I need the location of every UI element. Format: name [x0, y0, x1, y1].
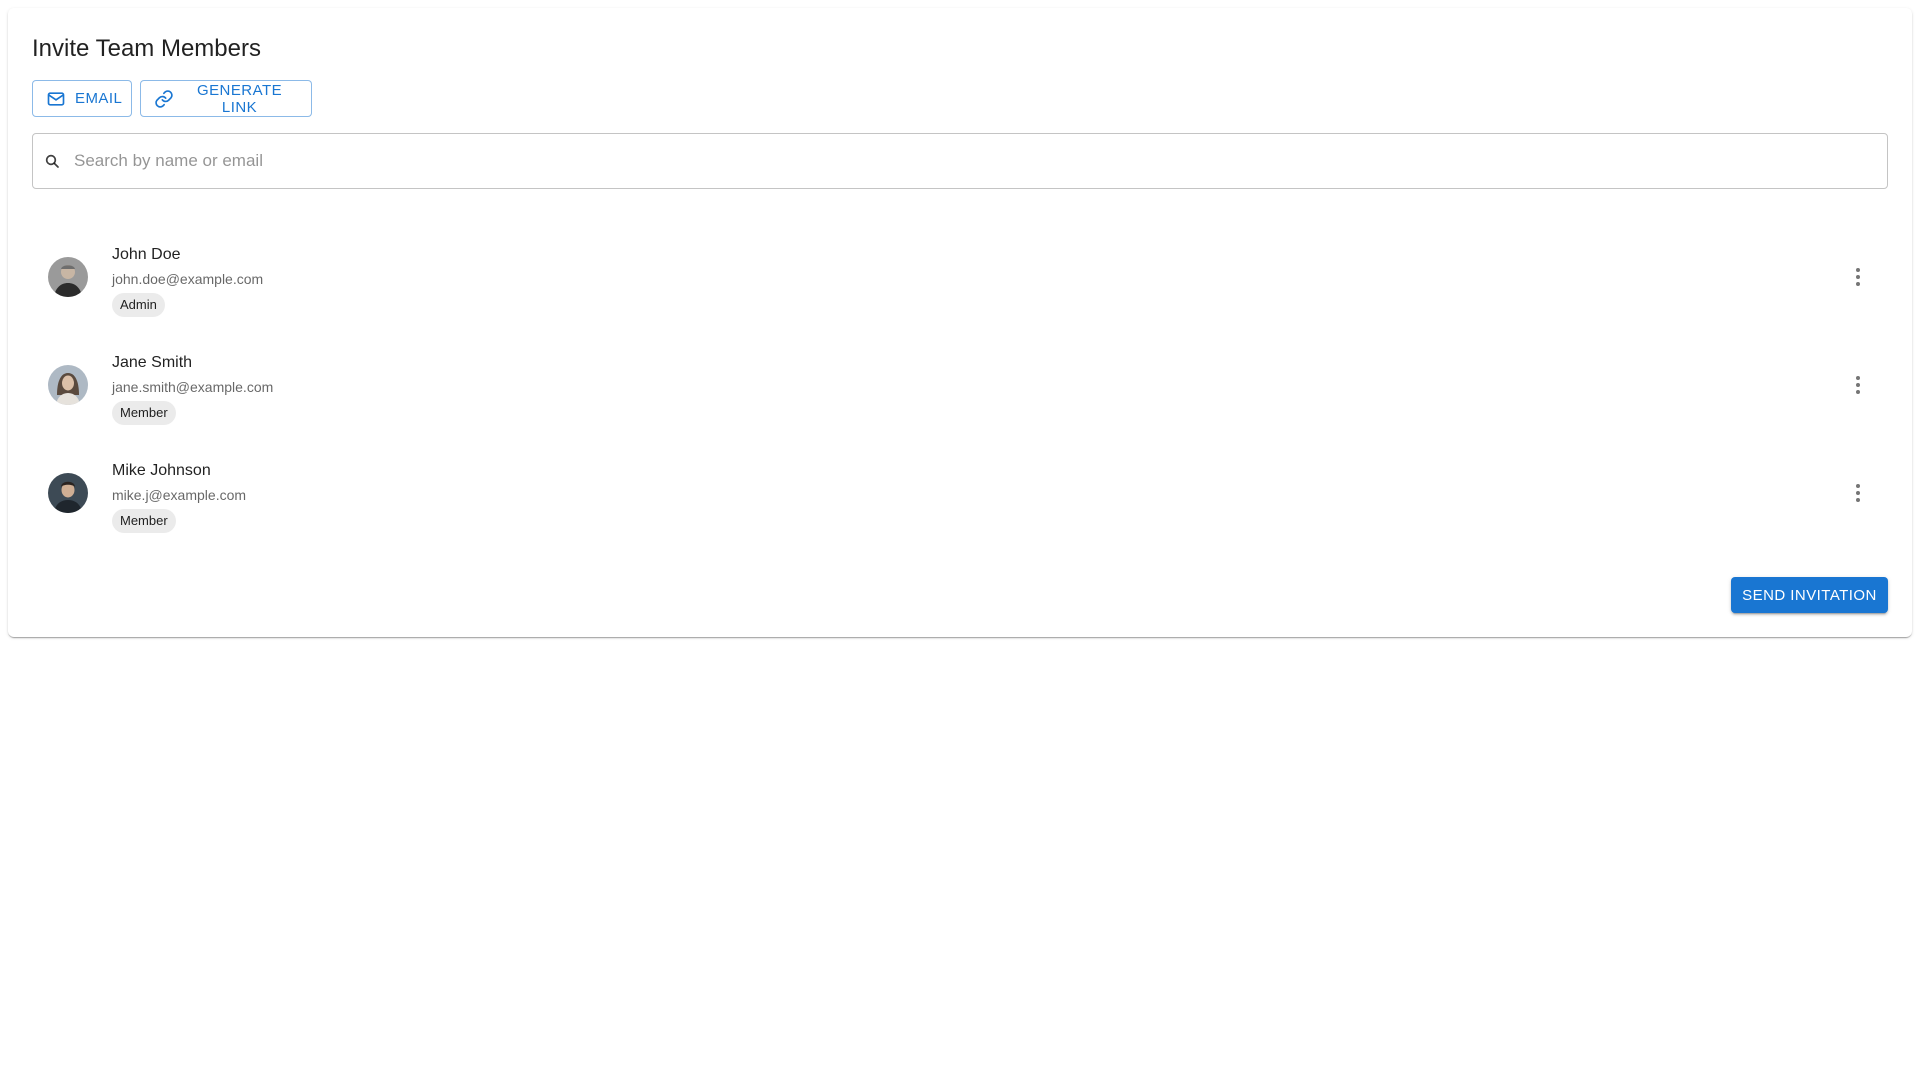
email-button[interactable]: EMAIL	[32, 80, 132, 117]
member-email: jane.smith@example.com	[112, 379, 274, 395]
avatar	[48, 473, 88, 513]
more-vertical-icon	[1856, 484, 1860, 502]
generate-link-button[interactable]: GENERATE LINK	[140, 80, 312, 117]
more-options-button[interactable]	[1838, 365, 1878, 405]
member-name: Mike Johnson	[112, 462, 211, 479]
member-email: john.doe@example.com	[112, 271, 264, 287]
search-field[interactable]	[32, 133, 1888, 189]
search-icon	[43, 152, 61, 170]
send-invitation-button[interactable]: SEND INVITATION	[1731, 577, 1888, 613]
more-options-button[interactable]	[1838, 473, 1878, 513]
member-name: John Doe	[112, 246, 181, 263]
more-options-button[interactable]	[1838, 257, 1878, 297]
member-name: Jane Smith	[112, 354, 193, 371]
list-item[interactable]: Jane Smith jane.smith@example.com Member	[32, 333, 1888, 441]
member-info: John Doe john.doe@example.com Admin	[112, 245, 263, 317]
dialog-title: Invite Team Members	[32, 35, 261, 62]
email-button-label: EMAIL	[75, 90, 123, 107]
invite-dialog: Invite Team Members EMAIL GENERATE LINK	[8, 8, 1912, 637]
member-info: Mike Johnson mike.j@example.com Member	[112, 461, 246, 533]
avatar	[48, 257, 88, 297]
more-vertical-icon	[1856, 268, 1860, 286]
search-input[interactable]	[72, 141, 1852, 181]
member-list: John Doe john.doe@example.com Admin Jane…	[32, 225, 1888, 549]
role-badge: Member	[112, 401, 176, 425]
member-info: Jane Smith jane.smith@example.com Member	[112, 353, 273, 425]
member-email: mike.j@example.com	[112, 487, 247, 503]
list-item[interactable]: Mike Johnson mike.j@example.com Member	[32, 441, 1888, 549]
more-vertical-icon	[1856, 376, 1860, 394]
mail-icon	[46, 89, 66, 109]
role-badge: Admin	[112, 293, 165, 317]
list-item[interactable]: John Doe john.doe@example.com Admin	[32, 225, 1888, 333]
role-badge: Member	[112, 509, 176, 533]
avatar	[48, 365, 88, 405]
link-icon	[154, 89, 174, 109]
generate-link-button-label: GENERATE LINK	[196, 81, 283, 116]
